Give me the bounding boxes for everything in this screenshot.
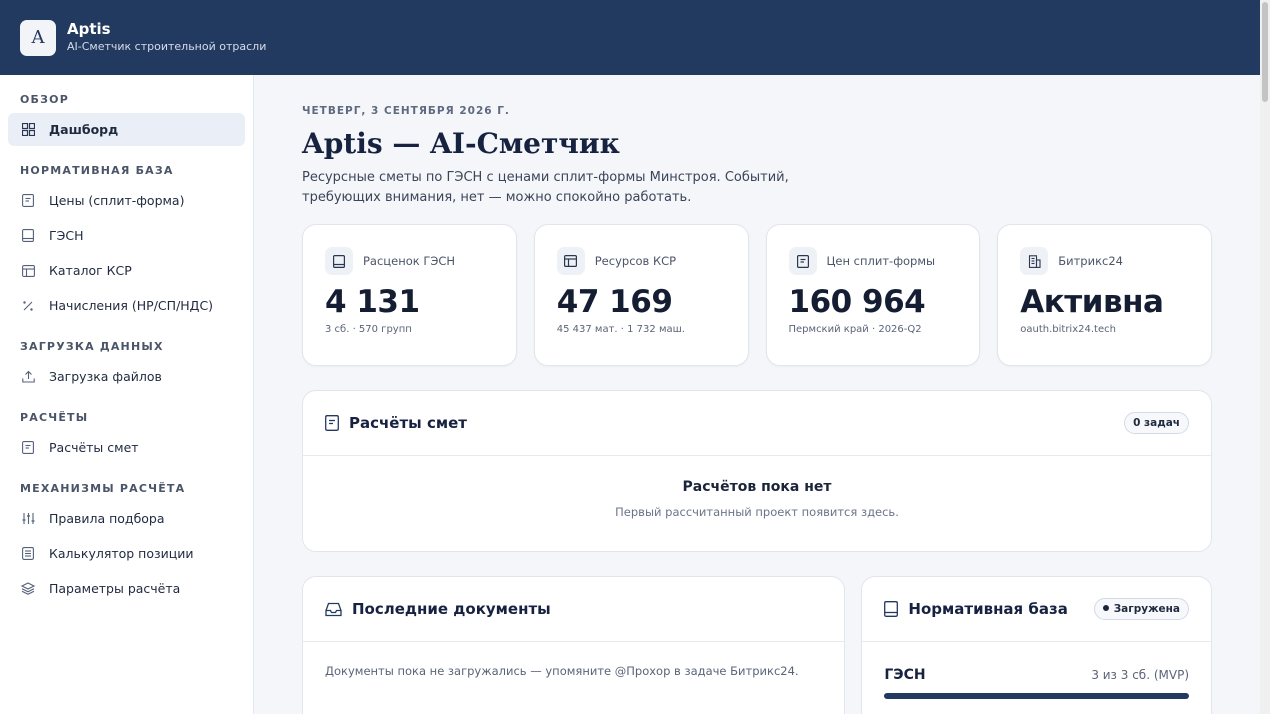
document-icon bbox=[21, 194, 35, 208]
page-description: Ресурсные сметы по ГЭСН с ценами сплит-ф… bbox=[302, 170, 789, 205]
stat-value: 160 964 bbox=[788, 284, 926, 320]
stat-card-split-prices[interactable]: Цен сплит-формы 160 964 Пермский край · … bbox=[765, 224, 981, 366]
stat-card-gesn[interactable]: Расценок ГЭСН 4 131 3 сб. · 570 групп bbox=[302, 224, 517, 366]
stat-value: Активна bbox=[1020, 284, 1164, 320]
document-icon bbox=[21, 441, 35, 455]
sidebar-item-ksr-catalog[interactable]: Каталог КСР bbox=[8, 254, 245, 287]
table-icon bbox=[556, 247, 585, 275]
stat-sub: 45 437 мат. · 1 732 маш. bbox=[556, 324, 685, 335]
current-date: ЧЕТВЕРГ, 3 СЕНТЯБРЯ 2026 Г. bbox=[302, 105, 510, 117]
normative-row-meta: 3 из 3 сб. (MVP) bbox=[1091, 668, 1189, 682]
normative-progress-bar bbox=[884, 693, 1189, 699]
sidebar-item-gesn[interactable]: ГЭСН bbox=[8, 219, 245, 252]
document-icon bbox=[325, 415, 339, 431]
documents-empty-text: Документы пока не загружались — упомянит… bbox=[325, 664, 799, 678]
stat-label: Цен сплит-формы bbox=[826, 254, 936, 268]
section-mechanisms: МЕХАНИЗМЫ РАСЧЁТА bbox=[20, 482, 186, 495]
sidebar-item-dashboard[interactable]: Дашборд bbox=[8, 113, 245, 146]
sidebar-item-label: Правила подбора bbox=[49, 511, 165, 526]
sidebar: ОБЗОР Дашборд НОРМАТИВНАЯ БАЗА Цены (спл… bbox=[0, 75, 254, 714]
sidebar-item-prices[interactable]: Цены (сплит-форма) bbox=[8, 184, 245, 217]
sidebar-item-selection-rules[interactable]: Правила подбора bbox=[8, 502, 245, 535]
card-title: Расчёты смет bbox=[349, 414, 467, 432]
document-icon bbox=[788, 247, 817, 275]
sidebar-item-calc-params[interactable]: Параметры расчёта bbox=[8, 572, 245, 605]
normative-progress-fill bbox=[884, 693, 1189, 699]
sidebar-item-label: Цены (сплит-форма) bbox=[49, 193, 185, 208]
inbox-icon bbox=[325, 602, 342, 617]
tasks-count-badge: 0 задач bbox=[1124, 412, 1189, 434]
sidebar-item-label: Параметры расчёта bbox=[49, 581, 181, 596]
sidebar-item-label: ГЭСН bbox=[49, 228, 84, 243]
stat-label: Ресурсов КСР bbox=[594, 254, 677, 268]
sidebar-item-label: Дашборд bbox=[49, 122, 119, 137]
book-icon bbox=[884, 601, 899, 617]
status-dot-icon bbox=[1102, 605, 1109, 611]
normative-base-card: Нормативная база Загружена ГЭСН 3 из 3 с… bbox=[861, 576, 1212, 714]
sidebar-item-label: Расчёты смет bbox=[49, 440, 139, 455]
stat-value: 47 169 bbox=[556, 284, 673, 320]
stat-card-ksr[interactable]: Ресурсов КСР 47 169 45 437 мат. · 1 732 … bbox=[533, 224, 749, 366]
stat-sub: Пермский край · 2026-Q2 bbox=[788, 324, 922, 335]
stat-label: Битрикс24 bbox=[1058, 254, 1123, 268]
app-name: Aptis bbox=[67, 20, 111, 38]
calculator-icon bbox=[21, 547, 35, 561]
building-icon bbox=[1020, 247, 1049, 275]
page-title: Aptis — AI-Сметчик bbox=[302, 127, 620, 160]
brand-block: Aptis AI-Сметчик строительной отрасли bbox=[67, 20, 266, 55]
layers-icon bbox=[21, 582, 35, 596]
app-logo[interactable]: A bbox=[20, 19, 56, 56]
scrollbar-thumb[interactable] bbox=[1262, 2, 1268, 102]
page-scrollbar[interactable] bbox=[1260, 0, 1270, 714]
table-icon bbox=[21, 264, 35, 278]
sidebar-item-estimates[interactable]: Расчёты смет bbox=[8, 431, 245, 464]
section-overview: ОБЗОР bbox=[20, 93, 69, 106]
sliders-icon bbox=[21, 512, 35, 526]
card-title: Последние документы bbox=[352, 600, 551, 618]
section-calculations: РАСЧЁТЫ bbox=[20, 411, 89, 424]
section-data-upload: ЗАГРУЗКА ДАННЫХ bbox=[20, 340, 164, 353]
recent-documents-card: Последние документы Документы пока не за… bbox=[302, 576, 846, 714]
top-header: A Aptis AI-Сметчик строительной отрасли bbox=[0, 0, 1260, 75]
loaded-status-badge: Загружена bbox=[1093, 598, 1189, 620]
normative-row-gesn: ГЭСН 3 из 3 сб. (MVP) bbox=[862, 642, 1211, 683]
sidebar-item-label: Каталог КСР bbox=[49, 263, 132, 278]
stat-label: Расценок ГЭСН bbox=[363, 254, 456, 268]
sidebar-item-label: Начисления (НР/СП/НДС) bbox=[49, 298, 214, 313]
empty-state-text: Первый рассчитанный проект появится здес… bbox=[615, 505, 899, 519]
upload-icon bbox=[21, 370, 35, 384]
book-icon bbox=[21, 229, 35, 243]
sidebar-item-label: Калькулятор позиции bbox=[49, 546, 194, 561]
stats-row: Расценок ГЭСН 4 131 3 сб. · 570 групп Ре… bbox=[302, 224, 1212, 366]
main-content: ЧЕТВЕРГ, 3 СЕНТЯБРЯ 2026 Г. Aptis — AI-С… bbox=[302, 75, 1212, 714]
estimates-card: Расчёты смет 0 задач Расчётов пока нет П… bbox=[302, 390, 1212, 552]
grid-icon bbox=[21, 123, 35, 137]
percent-icon bbox=[21, 299, 35, 313]
stat-card-bitrix[interactable]: Битрикс24 Активна oauth.bitrix24.tech bbox=[997, 224, 1212, 366]
section-normative: НОРМАТИВНАЯ БАЗА bbox=[20, 164, 174, 177]
app-subtitle: AI-Сметчик строительной отрасли bbox=[67, 40, 267, 53]
normative-row-name: ГЭСН bbox=[884, 667, 926, 683]
stat-sub: oauth.bitrix24.tech bbox=[1020, 324, 1116, 335]
stat-value: 4 131 bbox=[325, 284, 420, 320]
book-icon bbox=[325, 247, 353, 275]
bottom-row: Последние документы Документы пока не за… bbox=[302, 576, 1212, 714]
empty-state-title: Расчётов пока нет bbox=[682, 479, 832, 495]
sidebar-item-accruals[interactable]: Начисления (НР/СП/НДС) bbox=[8, 289, 245, 322]
sidebar-item-label: Загрузка файлов bbox=[49, 369, 162, 384]
stat-sub: 3 сб. · 570 групп bbox=[325, 324, 412, 335]
sidebar-item-position-calculator[interactable]: Калькулятор позиции bbox=[8, 537, 245, 570]
sidebar-item-file-upload[interactable]: Загрузка файлов bbox=[8, 360, 245, 393]
card-title: Нормативная база bbox=[908, 600, 1068, 618]
